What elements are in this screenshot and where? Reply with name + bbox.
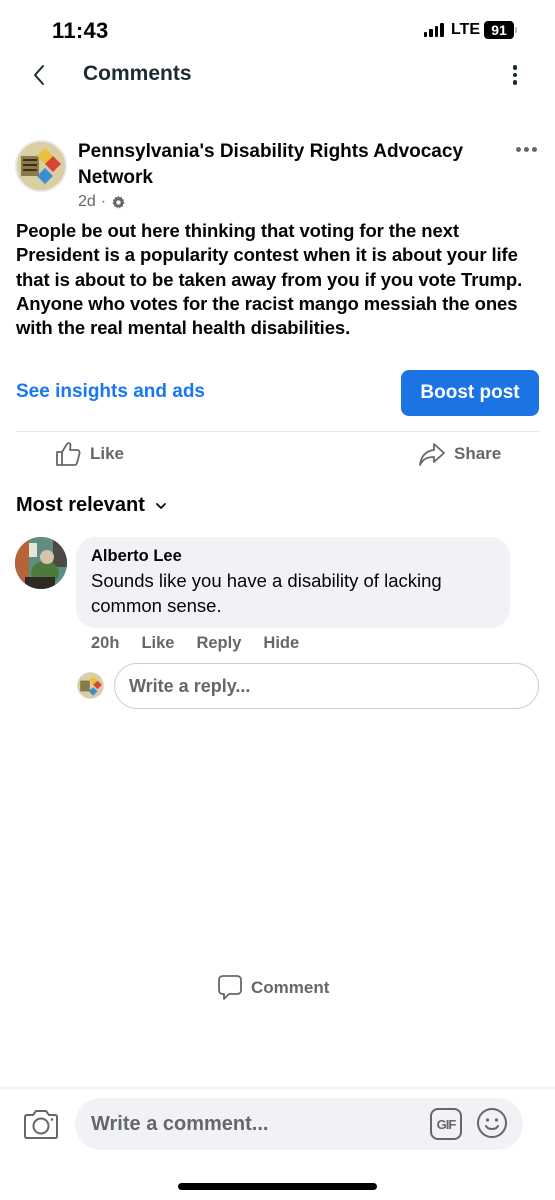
comment-like-button[interactable]: Like <box>141 634 174 653</box>
back-button[interactable] <box>26 60 52 90</box>
status-bar: 11:43 LTE 91 <box>0 0 555 60</box>
comment-text: Sounds like you have a disability of lac… <box>91 570 442 616</box>
reply-input[interactable] <box>114 663 539 709</box>
speech-bubble-icon <box>218 975 242 1000</box>
signal-icon <box>423 23 444 37</box>
comment-label: Comment <box>251 978 330 997</box>
gif-button[interactable]: GIF <box>430 1108 462 1140</box>
status-time: 11:43 <box>52 18 109 43</box>
post-options-button[interactable] <box>516 147 537 152</box>
comment-composer: GIF <box>0 1097 555 1151</box>
share-arrow-icon <box>419 443 445 466</box>
vertical-ellipsis-icon <box>512 65 518 70</box>
sort-label: Most relevant <box>16 494 145 516</box>
profile-photo-icon <box>15 537 67 589</box>
chevron-down-icon <box>156 502 166 509</box>
page-logo-icon <box>78 673 103 698</box>
comment-actions: 20h Like Reply Hide <box>91 634 299 653</box>
reply-row <box>0 663 555 709</box>
battery-level: 91 <box>484 21 514 39</box>
post-text: People be out here thinking that voting … <box>16 220 523 339</box>
horizontal-ellipsis-icon <box>516 147 521 152</box>
comment-time: 20h <box>91 634 120 652</box>
camera-button[interactable] <box>23 1107 59 1141</box>
post-actions: Like Comment Share <box>0 437 555 1000</box>
status-indicators: LTE 91 <box>423 21 517 39</box>
nav-bar: Comments <box>0 52 555 98</box>
page-title: Comments <box>83 62 192 85</box>
post-time[interactable]: 2d <box>78 193 96 211</box>
comment-reply-button[interactable]: Reply <box>196 634 241 653</box>
see-insights-link[interactable]: See insights and ads <box>16 381 205 403</box>
like-button[interactable]: Like <box>55 441 124 467</box>
camera-icon <box>24 1110 58 1139</box>
network-type: LTE <box>450 21 480 38</box>
thumbs-up-icon <box>56 442 81 466</box>
page-name[interactable]: Pennsylvania's Disability Rights Advocac… <box>78 139 478 191</box>
emoji-button[interactable] <box>476 1107 508 1139</box>
comment-input[interactable] <box>91 1098 421 1150</box>
share-label: Share <box>454 444 502 463</box>
gif-icon: GIF <box>436 1116 457 1132</box>
comment-button[interactable]: Comment <box>217 974 555 1002</box>
meta-separator: · <box>100 193 107 210</box>
sort-dropdown[interactable]: Most relevant <box>16 494 167 517</box>
page-logo-icon <box>17 142 65 190</box>
like-label: Like <box>90 444 125 463</box>
comment-bubble: Alberto Lee Sounds like you have a disab… <box>76 537 510 628</box>
battery-icon: 91 <box>484 21 517 39</box>
divider <box>16 431 539 432</box>
reply-avatar <box>77 672 104 699</box>
divider <box>0 1087 555 1089</box>
comment-input-container: GIF <box>75 1098 523 1150</box>
post-meta: 2d · <box>78 193 126 211</box>
boost-post-button[interactable]: Boost post <box>401 370 539 416</box>
more-options-button[interactable] <box>505 60 525 90</box>
comment-hide-button[interactable]: Hide <box>263 634 299 653</box>
smiley-face-icon <box>477 1108 507 1138</box>
commenter-avatar[interactable] <box>15 537 67 589</box>
chevron-left-icon <box>34 65 44 85</box>
share-button[interactable]: Share <box>418 441 501 467</box>
home-indicator[interactable] <box>178 1183 377 1190</box>
commenter-name[interactable]: Alberto Lee <box>91 546 495 566</box>
gear-icon <box>112 195 125 208</box>
page-avatar[interactable] <box>15 140 67 192</box>
